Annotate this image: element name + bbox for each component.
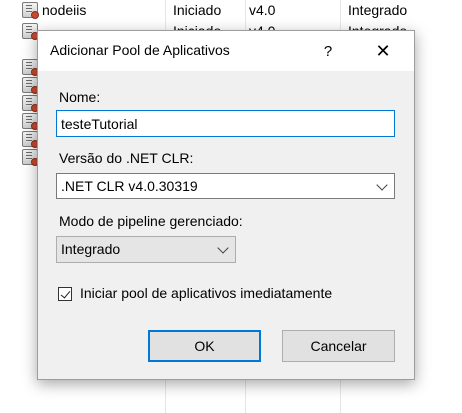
dialog-titlebar[interactable]: Adicionar Pool de Aplicativos ? ✕ [38, 31, 414, 71]
dialog-title: Adicionar Pool de Aplicativos [50, 42, 230, 58]
ok-button[interactable]: OK [148, 330, 261, 362]
app-pool-icon [22, 113, 39, 130]
app-pool-icon [22, 95, 39, 112]
app-pool-icon [22, 149, 39, 166]
start-immediately-checkbox[interactable] [58, 287, 72, 301]
pipeline-mode-select[interactable]: Integrado [56, 236, 236, 263]
pool-pipeline: Integrado [348, 2, 408, 18]
help-button[interactable]: ? [308, 31, 348, 71]
pool-clr: v4.0 [249, 2, 276, 18]
chevron-down-icon [217, 242, 229, 254]
add-application-pool-dialog: Adicionar Pool de Aplicativos ? ✕ Nome: … [37, 30, 415, 380]
pipeline-mode-label: Modo de pipeline gerenciado: [59, 213, 243, 229]
clr-version-value: .NET CLR v4.0.30319 [61, 178, 198, 194]
app-pool-icon [22, 59, 39, 76]
app-pool-icon [22, 77, 39, 94]
pool-status: Iniciado [173, 2, 222, 18]
cancel-button[interactable]: Cancelar [282, 330, 395, 362]
start-immediately-label: Iniciar pool de aplicativos imediatament… [80, 285, 333, 301]
pipeline-mode-value: Integrado [61, 241, 121, 257]
close-button[interactable]: ✕ [360, 31, 406, 71]
clr-version-select[interactable]: .NET CLR v4.0.30319 [56, 173, 395, 199]
name-label: Nome: [59, 89, 101, 105]
app-pool-icon [22, 23, 39, 40]
app-pool-icon [22, 2, 39, 19]
chevron-down-icon [376, 179, 388, 191]
table-row[interactable]: nodeiis Iniciado v4.0 Integrado [0, 0, 462, 20]
pool-name: nodeiis [42, 2, 87, 18]
name-input[interactable] [56, 110, 395, 137]
app-pool-icon [22, 131, 39, 148]
clr-version-label: Versão do .NET CLR: [59, 150, 194, 166]
